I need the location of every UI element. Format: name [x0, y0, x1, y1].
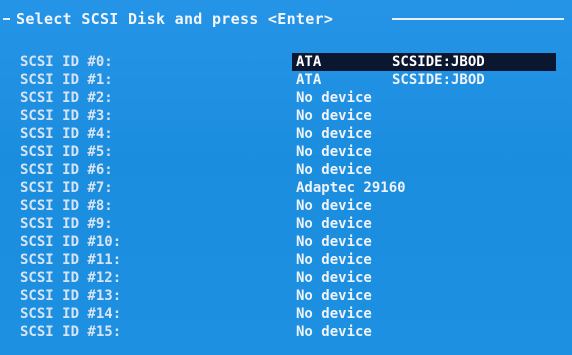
- device-name: No device: [296, 144, 372, 160]
- scsi-id-label: SCSI ID #3:: [20, 108, 113, 124]
- device-name: No device: [296, 126, 372, 142]
- scsi-row-4[interactable]: SCSI ID #4: No device: [0, 125, 572, 143]
- scsi-id-label: SCSI ID #10:: [20, 234, 122, 250]
- scsi-row-6[interactable]: SCSI ID #6: No device: [0, 161, 572, 179]
- device-name: No device: [296, 252, 372, 268]
- scsi-row-10[interactable]: SCSI ID #10: No device: [0, 233, 572, 251]
- device-name: No device: [296, 270, 372, 286]
- page-title: Select SCSI Disk and press <Enter>: [16, 10, 334, 28]
- scsi-row-5[interactable]: SCSI ID #5: No device: [0, 143, 572, 161]
- scsi-id-label: SCSI ID #1:: [20, 72, 113, 88]
- scsi-row-9[interactable]: SCSI ID #9: No device: [0, 215, 572, 233]
- scsi-id-label: SCSI ID #14:: [20, 306, 122, 322]
- scsi-row-3[interactable]: SCSI ID #3: No device: [0, 107, 572, 125]
- scsi-row-8[interactable]: SCSI ID #8: No device: [0, 197, 572, 215]
- device-name: No device: [296, 198, 372, 214]
- dialog-header: Select SCSI Disk and press <Enter>: [0, 8, 572, 30]
- device-name: No device: [296, 288, 372, 304]
- header-rule-right: [392, 18, 564, 20]
- scsi-id-label: SCSI ID #8:: [20, 198, 113, 214]
- device-name: No device: [296, 324, 372, 340]
- bios-screen: Select SCSI Disk and press <Enter> SCSI …: [0, 0, 572, 355]
- scsi-row-13[interactable]: SCSI ID #13: No device: [0, 287, 572, 305]
- scsi-id-label: SCSI ID #6:: [20, 162, 113, 178]
- scsi-id-label: SCSI ID #15:: [20, 324, 122, 340]
- device-name: No device: [296, 216, 372, 232]
- scsi-row-11[interactable]: SCSI ID #11: No device: [0, 251, 572, 269]
- device-name: ATA: [296, 72, 322, 88]
- device-name: Adaptec 29160: [296, 180, 406, 196]
- header-rule-left: [3, 18, 10, 20]
- scsi-row-2[interactable]: SCSI ID #2: No device: [0, 89, 572, 107]
- scsi-id-label: SCSI ID #0:: [20, 54, 113, 70]
- scsi-row-14[interactable]: SCSI ID #14: No device: [0, 305, 572, 323]
- scsi-row-7[interactable]: SCSI ID #7: Adaptec 29160: [0, 179, 572, 197]
- scsi-disk-list: SCSI ID #0: ATA SCSIDE:JBOD SCSI ID #1: …: [0, 53, 572, 341]
- device-name: ATA: [296, 54, 322, 70]
- scsi-row-1[interactable]: SCSI ID #1: ATA SCSIDE:JBOD: [0, 71, 572, 89]
- device-name: No device: [296, 90, 372, 106]
- device-name: No device: [296, 162, 372, 178]
- scsi-row-12[interactable]: SCSI ID #12: No device: [0, 269, 572, 287]
- scsi-id-label: SCSI ID #11:: [20, 252, 122, 268]
- scsi-row-15[interactable]: SCSI ID #15: No device: [0, 323, 572, 341]
- scsi-id-label: SCSI ID #9:: [20, 216, 113, 232]
- scsi-id-label: SCSI ID #5:: [20, 144, 113, 160]
- device-name: No device: [296, 306, 372, 322]
- scsi-id-label: SCSI ID #2:: [20, 90, 113, 106]
- device-name: No device: [296, 234, 372, 250]
- device-type: SCSIDE:JBOD: [392, 72, 485, 88]
- scsi-id-label: SCSI ID #4:: [20, 126, 113, 142]
- scsi-row-0[interactable]: SCSI ID #0: ATA SCSIDE:JBOD: [0, 53, 572, 71]
- device-name: No device: [296, 108, 372, 124]
- device-type: SCSIDE:JBOD: [392, 54, 485, 70]
- scsi-id-label: SCSI ID #12:: [20, 270, 122, 286]
- scsi-id-label: SCSI ID #13:: [20, 288, 122, 304]
- scsi-id-label: SCSI ID #7:: [20, 180, 113, 196]
